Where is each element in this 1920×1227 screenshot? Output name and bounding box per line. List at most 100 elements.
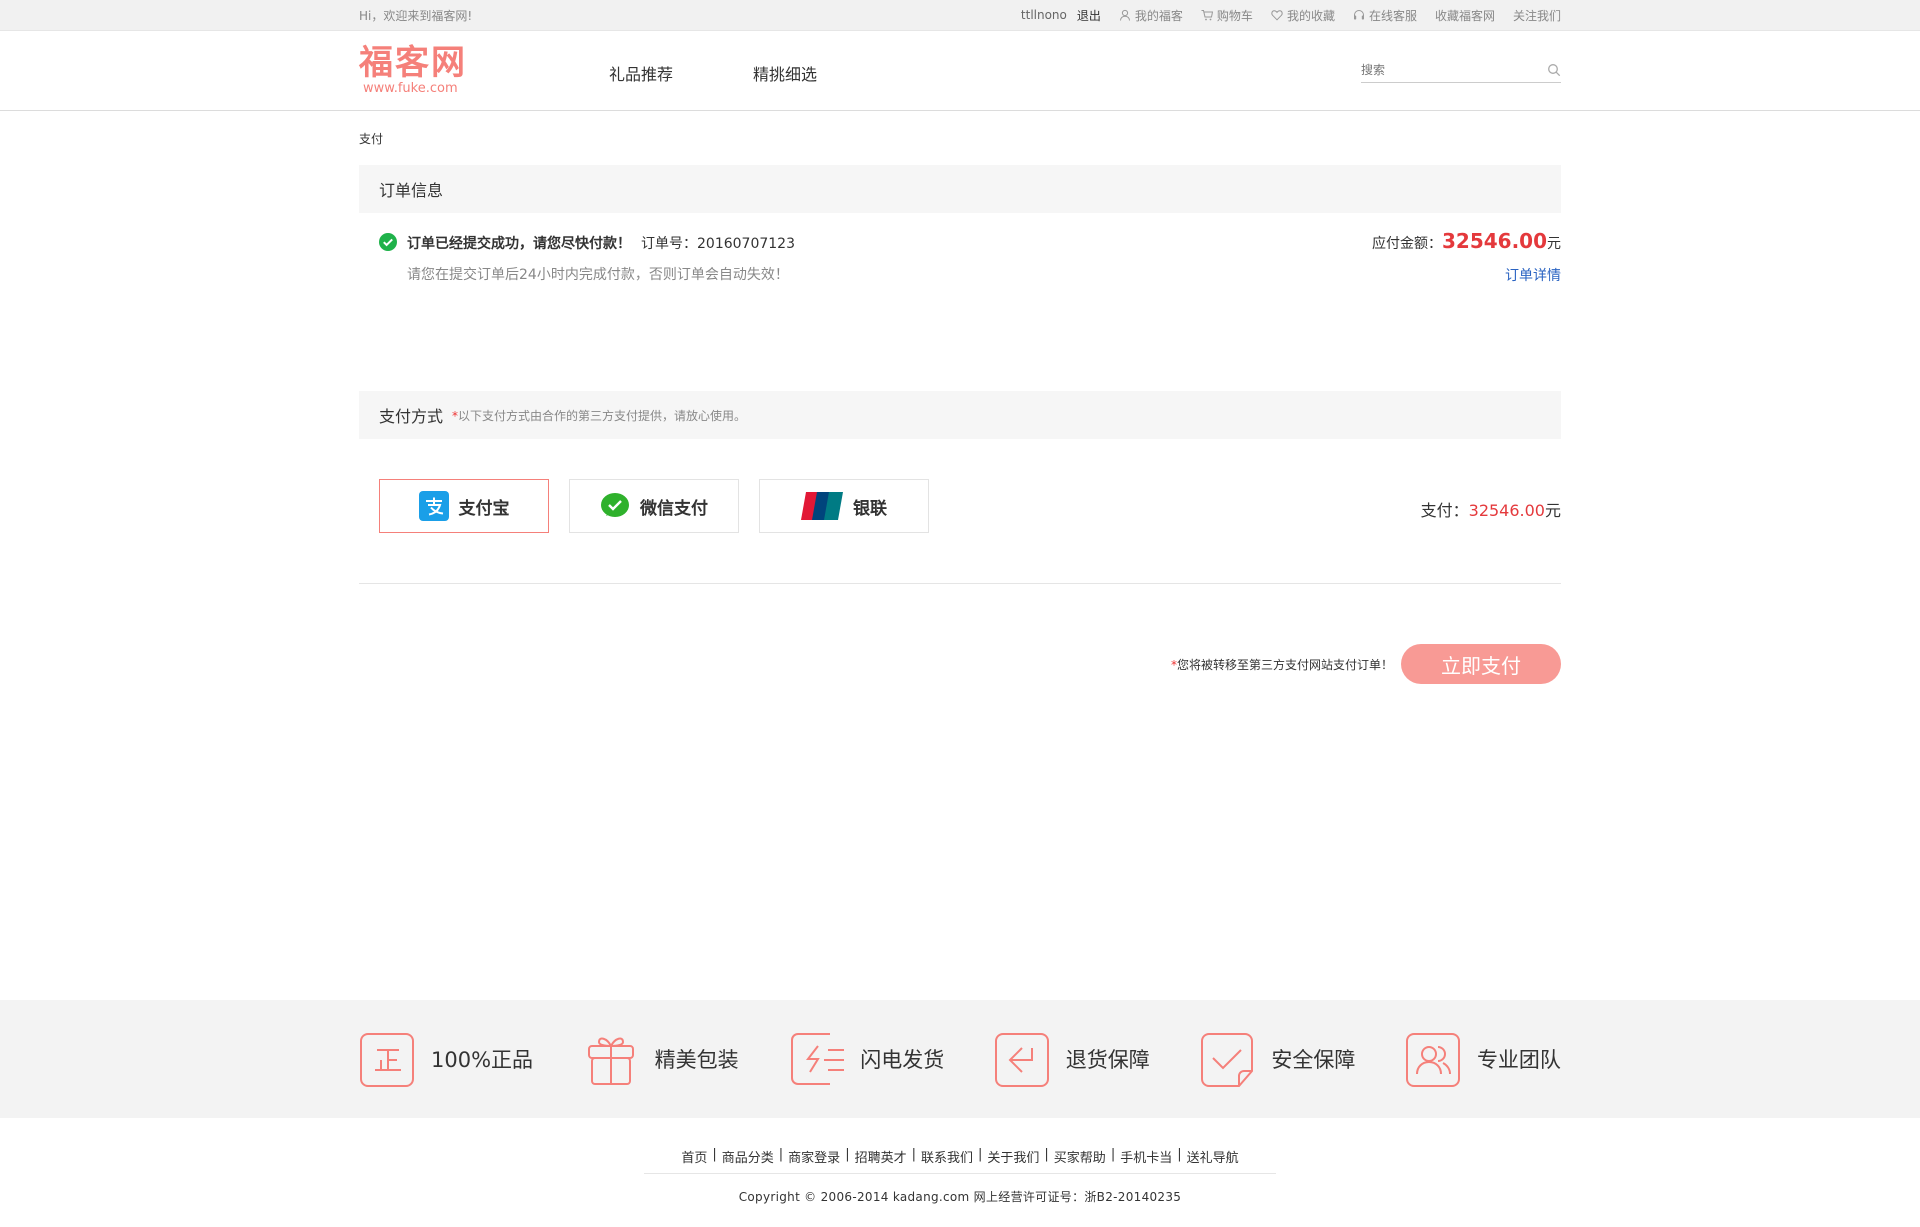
footer-separator: | [712, 1147, 717, 1162]
bookmark-site-link[interactable]: 收藏福客网 [1435, 7, 1495, 24]
order-detail-link[interactable]: 订单详情 [1505, 265, 1561, 285]
alipay-option[interactable]: 支付宝 [379, 479, 549, 533]
footer-link-help[interactable]: 买家帮助 [1054, 1147, 1106, 1166]
headset-icon [1353, 10, 1364, 20]
security-check-icon [1201, 1033, 1254, 1087]
footer-separator: | [978, 1147, 983, 1162]
footer-link-categories[interactable]: 商品分类 [722, 1147, 774, 1166]
payment-options: 支付宝 微信支付 银联 [379, 479, 949, 533]
footer-separator: | [845, 1147, 850, 1162]
nav-curated[interactable]: 精挑细选 [753, 61, 817, 85]
genuine-icon [360, 1033, 414, 1087]
breadcrumb: 支付 [359, 132, 384, 146]
payment-method-panel: 支付宝 微信支付 银联 支付：32546.00元 [359, 439, 1561, 584]
site-footer: 首页 | 商品分类 | 商家登录 | 招聘英才 | 联系我们 | 关于我们 | 买家帮助 | … [0, 1137, 1920, 1205]
payment-method-title: 支付方式 [379, 407, 444, 426]
order-number: 订单号：20160707123 [641, 236, 795, 252]
cart-link[interactable]: 购物车 [1201, 7, 1253, 24]
search-input[interactable] [1361, 63, 1547, 77]
service-team-label: 专业团队 [1476, 1048, 1561, 1072]
footer-link-careers[interactable]: 招聘英才 [855, 1147, 907, 1166]
service-packaging: 精美包装 [583, 1030, 739, 1088]
unionpay-icon [801, 492, 843, 520]
footer-link-home[interactable]: 首页 [681, 1147, 707, 1166]
return-icon [994, 1033, 1049, 1087]
gift-box-icon [587, 1037, 634, 1085]
payment-total: 支付：32546.00元 [1421, 497, 1561, 521]
cart-label: 购物车 [1216, 8, 1253, 23]
unionpay-option[interactable]: 银联 [759, 479, 929, 533]
wechat-pay-label: 微信支付 [640, 498, 708, 519]
favorites-link[interactable]: 我的收藏 [1271, 7, 1335, 24]
cart-icon [1201, 10, 1213, 21]
wechat-pay-option[interactable]: 微信支付 [569, 479, 739, 533]
footer-separator: | [1110, 1147, 1116, 1162]
footer-separator: | [1044, 1147, 1049, 1162]
alipay-icon [418, 491, 449, 521]
logo-domain: www.fuke.com [363, 81, 458, 96]
service-genuine-label: 100%正品 [431, 1048, 534, 1072]
order-success-message: 订单已经提交成功，请您尽快付款！ [407, 236, 631, 252]
order-info-panel: 订单已经提交成功，请您尽快付款！ 订单号：20160707123 请您在提交订单后… [359, 213, 1561, 373]
redirect-tip: *您将被转移至第三方支付网站支付订单！ [1171, 656, 1393, 673]
wechat-pay-icon [601, 493, 629, 517]
online-service-link[interactable]: 在线客服 [1353, 7, 1417, 24]
footer-separator: | [778, 1147, 784, 1162]
check-circle-icon [379, 233, 397, 251]
service-returns: 退货保障 [994, 1030, 1150, 1088]
service-shipping: 闪电发货 [788, 1030, 944, 1088]
lightning-shipping-icon [791, 1033, 845, 1085]
order-expiry-hint: 请您在提交订单后24小时内完成付款，否则订单会自动失效！ [407, 267, 789, 283]
online-service-label: 在线客服 [1368, 8, 1417, 23]
nav-gift-recommend[interactable]: 礼品推荐 [609, 61, 673, 85]
main-nav: 礼品推荐 精挑细选 [609, 61, 897, 85]
site-header: 福客网 www.fuke.com 礼品推荐 精挑细选 [0, 31, 1920, 111]
main-content: 支付 订单信息 订单已经提交成功，请您尽快付款！ 订单号：20160707123 … [359, 130, 1561, 714]
my-account-label: 我的福客 [1134, 8, 1183, 23]
service-security: 安全保障 [1199, 1030, 1355, 1088]
logo-chinese: 福客网 [359, 43, 467, 83]
service-returns-label: 退货保障 [1065, 1048, 1150, 1072]
payment-total-value: 32546.00 [1468, 501, 1545, 520]
my-account-link[interactable]: 我的福客 [1119, 7, 1183, 24]
footer-link-contact[interactable]: 联系我们 [921, 1147, 973, 1166]
payment-total-currency: 元 [1544, 501, 1561, 520]
footer-link-mobile[interactable]: 手机卡当 [1120, 1147, 1172, 1166]
user-icon [1119, 9, 1130, 21]
order-success-line: 订单已经提交成功，请您尽快付款！ 订单号：20160707123 [407, 233, 795, 253]
submit-row: *您将被转移至第三方支付网站支付订单！ 立即支付 [359, 584, 1561, 714]
service-genuine: 100%正品 [359, 1030, 533, 1088]
payment-method-note: *以下支付方式由合作的第三方支付提供，请放心使用。 [452, 407, 746, 424]
heart-icon [1271, 10, 1283, 21]
service-guarantees: 100%正品 精美包装 闪电发货 退货保障 安全保障 专业团队 [0, 1000, 1920, 1118]
site-logo[interactable]: 福客网 www.fuke.com [359, 45, 467, 96]
amount-due-currency: 元 [1547, 236, 1561, 252]
service-shipping-label: 闪电发货 [860, 1048, 945, 1072]
amount-due-value: 32546.00 [1441, 229, 1547, 253]
footer-separator: | [911, 1147, 916, 1162]
follow-us-link[interactable]: 关注我们 [1513, 7, 1561, 24]
payment-method-note-text: 以下支付方式由合作的第三方支付提供，请放心使用。 [458, 408, 747, 423]
unionpay-label: 银联 [853, 498, 887, 519]
service-team: 专业团队 [1405, 1030, 1561, 1088]
username-link[interactable]: ttllnono [1021, 8, 1067, 22]
footer-separator: | [1177, 1147, 1182, 1162]
favorites-label: 我的收藏 [1286, 8, 1335, 23]
copyright: Copyright © 2006-2014 kadang.com 网上经营许可证… [738, 1190, 1182, 1204]
payment-total-label: 支付： [1420, 501, 1469, 520]
footer-link-merchant-login[interactable]: 商家登录 [788, 1147, 840, 1166]
alipay-label: 支付宝 [458, 498, 510, 519]
redirect-tip-text: 您将被转移至第三方支付网站支付订单！ [1176, 658, 1393, 672]
payment-method-header: 支付方式 *以下支付方式由合作的第三方支付提供，请放心使用。 [359, 391, 1561, 439]
search-box [1361, 58, 1561, 83]
search-icon[interactable] [1547, 63, 1561, 77]
order-info-header: 订单信息 [359, 165, 1561, 213]
team-icon [1405, 1033, 1460, 1087]
footer-link-gift-guide[interactable]: 送礼导航 [1187, 1147, 1239, 1166]
amount-due: 应付金额：32546.00元 [1372, 229, 1561, 253]
welcome-text: Hi，欢迎来到福客网! [359, 8, 473, 23]
pay-now-button[interactable]: 立即支付 [1401, 644, 1561, 684]
footer-link-about[interactable]: 关于我们 [987, 1147, 1039, 1166]
service-packaging-label: 精美包装 [654, 1048, 739, 1072]
logout-link[interactable]: 退出 [1077, 7, 1101, 24]
